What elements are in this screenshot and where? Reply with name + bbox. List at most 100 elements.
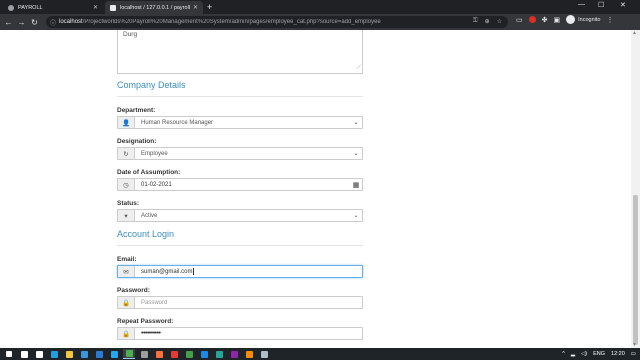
scroll-up-icon[interactable]: ▲: [632, 30, 637, 36]
tab-payroll[interactable]: PAYROLL ✕: [3, 1, 103, 14]
divider: [117, 96, 363, 97]
chevron-down-icon: ⌄: [353, 213, 359, 219]
page-icon: [110, 4, 116, 11]
taskbar-app-teal-button[interactable]: [213, 349, 225, 359]
windows-taskbar: ^ ▂ ◁) ENG 12:20 ▭: [0, 348, 640, 360]
taskbar-edge-button[interactable]: [48, 349, 60, 359]
tab-title: localhost / 127.0.0.1 / payroll_sy: [120, 4, 190, 11]
taskbar-terminal-button[interactable]: [138, 349, 150, 359]
zoom-icon[interactable]: ⊕: [485, 18, 490, 25]
department-value: Human Resource Manager: [141, 119, 214, 126]
app-blue-icon: [200, 350, 208, 358]
password-label: Password:: [117, 287, 150, 294]
repeat-password-input[interactable]: 🔒 ••••••••••: [117, 327, 363, 340]
taskbar-app-gray-button[interactable]: [258, 349, 270, 359]
edge-icon: [50, 350, 58, 358]
reload-icon[interactable]: ↻: [28, 18, 41, 27]
notifications-icon[interactable]: ▭: [631, 351, 636, 357]
store-icon: [80, 350, 88, 358]
clock-icon: ◷: [118, 179, 135, 190]
clock[interactable]: 12:20: [611, 351, 625, 357]
taskbar-app-green-button[interactable]: [183, 349, 195, 359]
language-indicator[interactable]: ENG: [593, 351, 605, 357]
assumption-value: 01-02-2021: [141, 181, 172, 188]
repeat-password-value: ••••••••••: [141, 330, 161, 337]
browser-tab-strip: PAYROLL ✕ localhost / 127.0.0.1 / payrol…: [0, 0, 640, 14]
taskbar-app-red-button[interactable]: [168, 349, 180, 359]
taskbar-app-orange-button[interactable]: [243, 349, 255, 359]
app-teal-icon: [215, 350, 223, 358]
forward-arrow-icon[interactable]: →: [15, 18, 28, 27]
extension-icon[interactable]: [528, 16, 536, 23]
taskbar-app-blue-button[interactable]: [198, 349, 210, 359]
resize-grip-icon[interactable]: ⟋: [357, 65, 361, 72]
app-green-icon: [185, 350, 193, 358]
mail-icon: [95, 350, 103, 358]
explorer-icon: [65, 350, 73, 358]
department-select[interactable]: 👤 Human Resource Manager ⌄: [117, 116, 363, 129]
start-icon: [6, 351, 12, 357]
task-view-icon: [35, 350, 43, 358]
taskbar-explorer-button[interactable]: [63, 349, 75, 359]
taskbar-vscode-button[interactable]: [108, 349, 120, 359]
taskbar-mail-button[interactable]: [93, 349, 105, 359]
taskbar-store-button[interactable]: [78, 349, 90, 359]
firefox-icon: [155, 350, 163, 358]
bookmark-star-icon[interactable]: ☆: [497, 18, 502, 25]
email-input[interactable]: ✉ suman@gmail.com: [117, 265, 363, 278]
calendar-icon[interactable]: ▦: [350, 179, 362, 190]
designation-label: Designation:: [117, 138, 157, 145]
new-tab-button[interactable]: +: [207, 2, 212, 12]
lock-icon: 🔒: [118, 328, 135, 339]
assumption-date-input[interactable]: ◷ 01-02-2021 ▦: [117, 178, 363, 191]
tab-title: PAYROLL: [18, 4, 43, 11]
terminal-icon: [140, 350, 148, 358]
key-icon[interactable]: ⚿: [473, 18, 478, 25]
network-icon[interactable]: ▂: [571, 351, 575, 357]
repeat-password-label: Repeat Password:: [117, 318, 174, 325]
divider: [117, 245, 363, 246]
app-orange-icon: [245, 350, 253, 358]
search-icon: [20, 350, 28, 358]
url-host: localhost: [59, 19, 83, 25]
address-textarea[interactable]: Durg ⟋: [117, 30, 363, 74]
lock-icon: 🔒: [118, 297, 135, 308]
page-scrollbar[interactable]: ▲ ▼: [631, 30, 640, 348]
incognito-profile[interactable]: Incognito: [566, 15, 600, 24]
volume-icon[interactable]: ◁): [581, 351, 587, 357]
close-window-button[interactable]: ✕: [620, 1, 626, 9]
taskbar-task-view-button[interactable]: [33, 349, 45, 359]
chrome-icon: [125, 350, 133, 357]
back-arrow-icon[interactable]: ←: [2, 18, 15, 27]
taskbar-app-purple-button[interactable]: [228, 349, 240, 359]
menu-kebab-icon[interactable]: ⋮: [606, 16, 613, 24]
email-label: Email:: [117, 256, 137, 263]
close-tab-icon[interactable]: ✕: [93, 4, 98, 11]
chevron-down-icon: ⌄: [353, 151, 359, 157]
taskbar-start-button[interactable]: [3, 349, 15, 359]
taskbar-search-button[interactable]: [18, 349, 30, 359]
site-info-icon[interactable]: ⓘ: [50, 18, 56, 27]
url-path: /Projectworlds%20Payroll%20Management%20…: [82, 19, 381, 25]
status-select[interactable]: ▾ Active ⌄: [117, 209, 363, 222]
password-input[interactable]: 🔒 Password: [117, 296, 363, 309]
close-tab-icon[interactable]: ✕: [193, 4, 198, 11]
text-cursor: [193, 268, 195, 275]
company-details-heading: Company Details: [117, 80, 186, 90]
browser-toolbar: ← → ↻ ⓘ localhost /Projectworlds%20Payro…: [0, 14, 640, 30]
cast-icon[interactable]: ▭: [516, 16, 523, 24]
chevron-up-icon[interactable]: ^: [562, 351, 565, 357]
scrollbar-thumb[interactable]: [633, 195, 638, 345]
designation-select[interactable]: ↻ Employee ⌄: [117, 147, 363, 160]
taskbar-chrome-button[interactable]: [123, 349, 135, 359]
extensions-puzzle-icon[interactable]: ✤: [542, 16, 548, 24]
minimize-button[interactable]: —: [578, 1, 585, 8]
address-bar[interactable]: ⓘ localhost /Projectworlds%20Payroll%20M…: [46, 16, 508, 28]
address-value: Durg: [123, 31, 138, 38]
app-purple-icon: [230, 350, 238, 358]
tab-phpmyadmin[interactable]: localhost / 127.0.0.1 / payroll_sy ✕: [105, 1, 203, 14]
maximize-button[interactable]: ☐: [598, 1, 604, 9]
department-label: Department:: [117, 107, 156, 114]
taskbar-firefox-button[interactable]: [153, 349, 165, 359]
tab-search-icon[interactable]: ▣: [554, 16, 561, 24]
